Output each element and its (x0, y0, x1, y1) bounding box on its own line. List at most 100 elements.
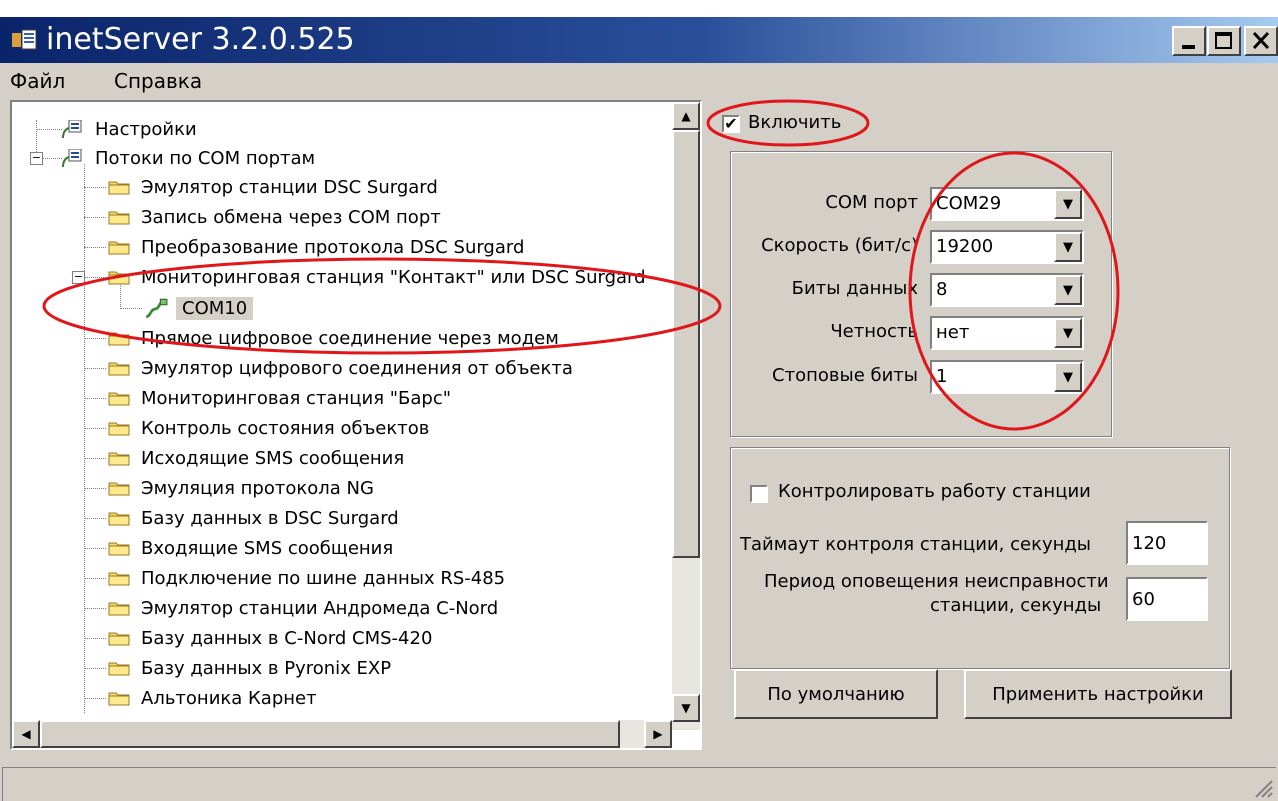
tree-port-item[interactable]: COM10 (144, 293, 254, 323)
title-bar[interactable]: inetServer 3.2.0.525 (0, 17, 1278, 63)
tree-node-label: Альтоника Карнет (141, 687, 317, 709)
dropdown-button[interactable]: ▼ (1054, 189, 1082, 219)
tree-connector (84, 608, 106, 610)
tree-folder-item[interactable]: Подключение по шине данных RS-485 (108, 563, 508, 593)
monitor-checkbox[interactable] (750, 485, 768, 503)
enable-label: Включить (748, 112, 842, 133)
port-field-select[interactable]: 8 ▼ (930, 273, 1084, 307)
collapse-icon[interactable]: − (30, 152, 43, 165)
chevron-down-icon: ▼ (1063, 239, 1073, 255)
port-field-select[interactable]: 1 ▼ (930, 360, 1084, 394)
horizontal-scrollbar[interactable]: ◀ ▶ (12, 720, 672, 748)
folder-icon (108, 392, 130, 406)
dropdown-button[interactable]: ▼ (1054, 275, 1082, 305)
enable-checkbox[interactable]: ✔ (722, 115, 740, 133)
tree-folder-item[interactable]: Альтоника Карнет (108, 683, 320, 713)
folder-icon (108, 271, 130, 285)
default-button[interactable]: По умолчанию (734, 669, 938, 719)
tree-root-item[interactable]: Настройки (60, 114, 200, 144)
tree-root-item[interactable]: Потоки по COM портам (60, 143, 318, 173)
tree-node-label: Эмуляция протокола NG (141, 477, 374, 499)
period-label-line2: станции, секунды (930, 595, 1102, 616)
tree-node-label: Базу данных в Pyronix EXP (141, 657, 392, 679)
folder-icon (108, 602, 130, 616)
folder-icon (108, 572, 130, 586)
period-input[interactable]: 60 (1126, 577, 1208, 621)
tree-node-label: Базу данных в C-Nord CMS-420 (141, 627, 433, 649)
period-label-line1: Период оповещения неисправности (764, 571, 1109, 592)
tree-folder-item[interactable]: Базу данных в C-Nord CMS-420 (108, 623, 435, 653)
folder-icon (108, 452, 130, 466)
apply-button[interactable]: Применить настройки (964, 669, 1232, 719)
arrow-left-icon: ◀ (21, 727, 31, 741)
tree-folder-item[interactable]: Эмулятор станции Андромеда C-Nord (108, 593, 501, 623)
timeout-input[interactable]: 120 (1126, 521, 1208, 565)
tree-node-label: Преобразование протокола DSC Surgard (141, 236, 525, 258)
chevron-down-icon: ▼ (1063, 369, 1073, 385)
tree-connector (84, 338, 106, 340)
maximize-button[interactable] (1207, 26, 1241, 56)
period-value: 60 (1132, 589, 1155, 610)
serial-port-icon (145, 298, 168, 318)
port-field-label: Стоповые биты (772, 365, 918, 386)
menu-help[interactable]: Справка (114, 69, 202, 93)
scroll-down-button[interactable]: ▼ (672, 694, 700, 722)
horizontal-scroll-thumb[interactable] (40, 720, 620, 748)
scroll-left-button[interactable]: ◀ (12, 720, 40, 748)
resize-grip-icon[interactable] (1252, 777, 1274, 799)
tree-connector (84, 578, 106, 580)
scroll-up-button[interactable]: ▲ (672, 102, 700, 130)
tree-folder-item[interactable]: Эмулятор цифрового соединения от объекта (108, 353, 576, 383)
dropdown-button[interactable]: ▼ (1054, 362, 1082, 392)
tree-connector (84, 164, 86, 713)
collapse-icon[interactable]: − (72, 271, 85, 284)
close-button[interactable] (1244, 26, 1278, 56)
tree-connector (84, 217, 106, 219)
port-field-select[interactable]: COM29 ▼ (930, 187, 1084, 221)
tree-folder-item[interactable]: Базу данных в DSC Surgard (108, 503, 402, 533)
tree-node-label: Контроль состояния объектов (141, 417, 430, 439)
close-icon (1252, 31, 1270, 50)
menu-file[interactable]: Файл (10, 69, 65, 93)
tree-connector (84, 548, 106, 550)
tree-connector (120, 308, 142, 310)
vertical-scrollbar[interactable]: ▲ ▼ (672, 102, 700, 730)
vertical-scroll-thumb[interactable] (672, 130, 700, 558)
tree-folder-item[interactable]: Эмуляция протокола NG (108, 473, 377, 503)
tree-folder-item[interactable]: Запись обмена через COM порт (108, 202, 444, 232)
folder-icon (108, 662, 130, 676)
arrow-down-icon: ▼ (681, 701, 691, 715)
status-bar (2, 767, 1276, 801)
tree-node-label: Мониторинговая станция "Контакт" или DSC… (141, 266, 646, 288)
select-value: COM29 (936, 193, 1002, 214)
menu-bar: Файл Справка (0, 63, 1278, 99)
timeout-label: Таймаут контроля станции, секунды (740, 534, 1092, 555)
tree-folder-item[interactable]: Контроль состояния объектов (108, 413, 432, 443)
folder-icon (108, 692, 130, 706)
tree-folder-item[interactable]: Входящие SMS сообщения (108, 533, 396, 563)
dropdown-button[interactable]: ▼ (1054, 318, 1082, 348)
tree-node-label: Эмулятор станции Андромеда C-Nord (141, 597, 499, 619)
timeout-value: 120 (1132, 533, 1167, 554)
folder-icon (108, 632, 130, 646)
tree-folder-item[interactable]: Эмулятор станции DSC Surgard (108, 172, 441, 202)
tree-folder-item[interactable]: Прямое цифровое соединение через модем (108, 323, 562, 353)
tree-view[interactable]: Настройки Потоки по COM портам − Эмулятор с… (10, 100, 702, 750)
tree-node-label: Потоки по COM портам (95, 147, 316, 169)
dropdown-button[interactable]: ▼ (1054, 232, 1082, 262)
folder-icon (108, 482, 130, 496)
select-value: 1 (936, 366, 948, 387)
tree-folder-item[interactable]: Преобразование протокола DSC Surgard (108, 232, 527, 262)
tree-folder-item[interactable]: Базу данных в Pyronix EXP (108, 653, 394, 683)
monitor-label: Контролировать работу станции (778, 481, 1091, 502)
tree-folder-item[interactable]: Исходящие SMS сообщения (108, 443, 407, 473)
arrow-right-icon: ▶ (653, 727, 663, 741)
tree-connector (84, 368, 106, 370)
tree-folder-item[interactable]: Мониторинговая станция "Контакт" или DSC… (108, 262, 649, 292)
tree-folder-item[interactable]: Мониторинговая станция "Барс" (108, 383, 454, 413)
port-field-select[interactable]: нет ▼ (930, 316, 1084, 350)
port-field-select[interactable]: 19200 ▼ (930, 230, 1084, 264)
tree-node-label: Запись обмена через COM порт (141, 206, 441, 228)
scroll-right-button[interactable]: ▶ (644, 720, 672, 748)
minimize-button[interactable] (1172, 26, 1206, 56)
